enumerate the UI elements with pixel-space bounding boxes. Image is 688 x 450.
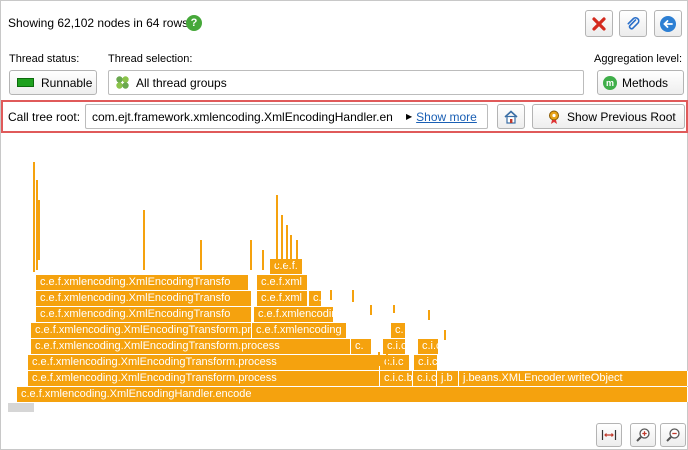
- runnable-indicator-icon: [17, 78, 34, 87]
- home-button[interactable]: [497, 104, 525, 129]
- previous-root-icon: [549, 110, 559, 124]
- call-tree-root-value: com.ejt.framework.xmlencoding.XmlEncodin…: [92, 109, 393, 124]
- thread-selection-value: All thread groups: [136, 75, 227, 90]
- attach-button[interactable]: [619, 10, 647, 37]
- delete-button[interactable]: [585, 10, 613, 37]
- flame-frame[interactable]: c.e.f.xmlencoding.XmlEncodingHandler.enc…: [17, 387, 688, 402]
- flame-frame[interactable]: c.e.f.xml: [257, 275, 308, 290]
- flame-frame[interactable]: [370, 305, 372, 315]
- back-button[interactable]: [654, 10, 682, 37]
- flame-frame[interactable]: c.i.c: [414, 355, 438, 370]
- delete-icon: [592, 16, 606, 31]
- fit-width-icon: [601, 430, 617, 440]
- thread-groups-icon: [116, 76, 129, 89]
- flame-frame[interactable]: j.b: [437, 371, 459, 386]
- flame-frame[interactable]: c.i.c: [380, 355, 410, 370]
- flame-frame[interactable]: c.e.f.xmlencoding.XmlEncodingTransform.p…: [31, 339, 351, 354]
- show-previous-root-button[interactable]: Show Previous Root: [532, 104, 685, 129]
- flame-frame[interactable]: c.e.f.xml: [257, 291, 308, 306]
- home-icon: [504, 109, 518, 124]
- zoom-out-icon: [666, 428, 680, 442]
- flame-frame[interactable]: [262, 250, 264, 270]
- flame-frame[interactable]: c.i.c: [418, 339, 439, 354]
- show-previous-root-label: Show Previous Root: [567, 109, 676, 124]
- flame-frame[interactable]: c.e.f.xmlencoding.XmlEncodingTransform.p…: [28, 371, 380, 386]
- call-tree-root-field[interactable]: com.ejt.framework.xmlencoding.XmlEncodin…: [85, 104, 488, 129]
- thread-selection-field[interactable]: All thread groups: [108, 70, 584, 95]
- flame-frame[interactable]: [444, 330, 446, 340]
- flame-frame[interactable]: [428, 310, 430, 320]
- flame-frame[interactable]: c.i.c.b: [380, 371, 413, 386]
- flame-frame[interactable]: c.e.f.xmlencoding.XmlEncodingTransform.p…: [31, 323, 252, 338]
- flame-frame[interactable]: c.: [351, 339, 372, 354]
- expand-arrow-icon: ▶: [406, 112, 413, 121]
- help-icon[interactable]: ?: [186, 15, 202, 31]
- flame-frame[interactable]: c.e.f.xmlencoding.XmlEncodingTransfo: [36, 307, 252, 322]
- flame-frame[interactable]: [378, 352, 380, 366]
- show-more-link[interactable]: Show more: [416, 110, 477, 124]
- call-tree-root-label: Call tree root:: [8, 110, 81, 124]
- aggregation-dropdown[interactable]: m Methods: [597, 70, 684, 95]
- aggregation-value: Methods: [622, 75, 669, 90]
- flame-frame[interactable]: [386, 350, 388, 366]
- back-arrow-icon: [660, 15, 676, 32]
- flame-frame[interactable]: [286, 225, 288, 265]
- flame-frame[interactable]: [143, 210, 145, 270]
- flame-frame[interactable]: j.beans.XMLEncoder.writeObject: [459, 371, 688, 386]
- node-summary: Showing 62,102 nodes in 64 rows: [8, 16, 189, 30]
- flame-frame[interactable]: [200, 240, 202, 270]
- thread-status-dropdown[interactable]: Runnable: [9, 70, 97, 95]
- thread-status-value: Runnable: [41, 75, 93, 90]
- flame-frame[interactable]: [296, 240, 298, 265]
- flame-frame[interactable]: [281, 215, 283, 265]
- thread-status-label: Thread status:: [9, 53, 80, 65]
- flame-frame[interactable]: [33, 162, 35, 272]
- flame-frame[interactable]: c.e.f.xmlencoding: [252, 323, 347, 338]
- flame-frame[interactable]: [38, 200, 40, 260]
- methods-icon: m: [603, 75, 617, 90]
- flame-frame[interactable]: c.e.f.xmlencoding.XmlEncodingTransform.p…: [28, 355, 380, 370]
- flame-frame[interactable]: c.: [309, 291, 322, 306]
- fit-width-button[interactable]: [596, 423, 622, 447]
- flame-graph[interactable]: c.e.f.xmlencoding.XmlEncodingHandler.enc…: [0, 140, 688, 420]
- flame-frame[interactable]: [352, 290, 354, 302]
- zoom-in-button[interactable]: [630, 423, 656, 447]
- flame-frame[interactable]: c.e.f.xmlencoding.: [254, 307, 334, 322]
- flame-frame[interactable]: c.e.f.xmlencoding.XmlEncodingTransfo: [36, 291, 252, 306]
- flame-frame[interactable]: [393, 305, 395, 313]
- aggregation-label: Aggregation level:: [594, 53, 683, 65]
- flame-frame[interactable]: c.e.f.xmlencoding.XmlEncodingTransfo: [36, 275, 249, 290]
- paperclip-icon: [627, 16, 640, 29]
- flame-frame[interactable]: [276, 195, 278, 265]
- zoom-in-icon: [636, 428, 650, 442]
- flame-frame[interactable]: [330, 290, 332, 300]
- flame-frame[interactable]: [250, 240, 252, 270]
- horizontal-scroll-thumb[interactable]: [8, 403, 34, 412]
- flame-frame[interactable]: c.: [391, 323, 406, 338]
- flame-frame[interactable]: c.i.c.b: [413, 371, 437, 386]
- zoom-out-button[interactable]: [660, 423, 686, 447]
- thread-selection-label: Thread selection:: [108, 53, 193, 65]
- flame-frame[interactable]: [290, 235, 292, 265]
